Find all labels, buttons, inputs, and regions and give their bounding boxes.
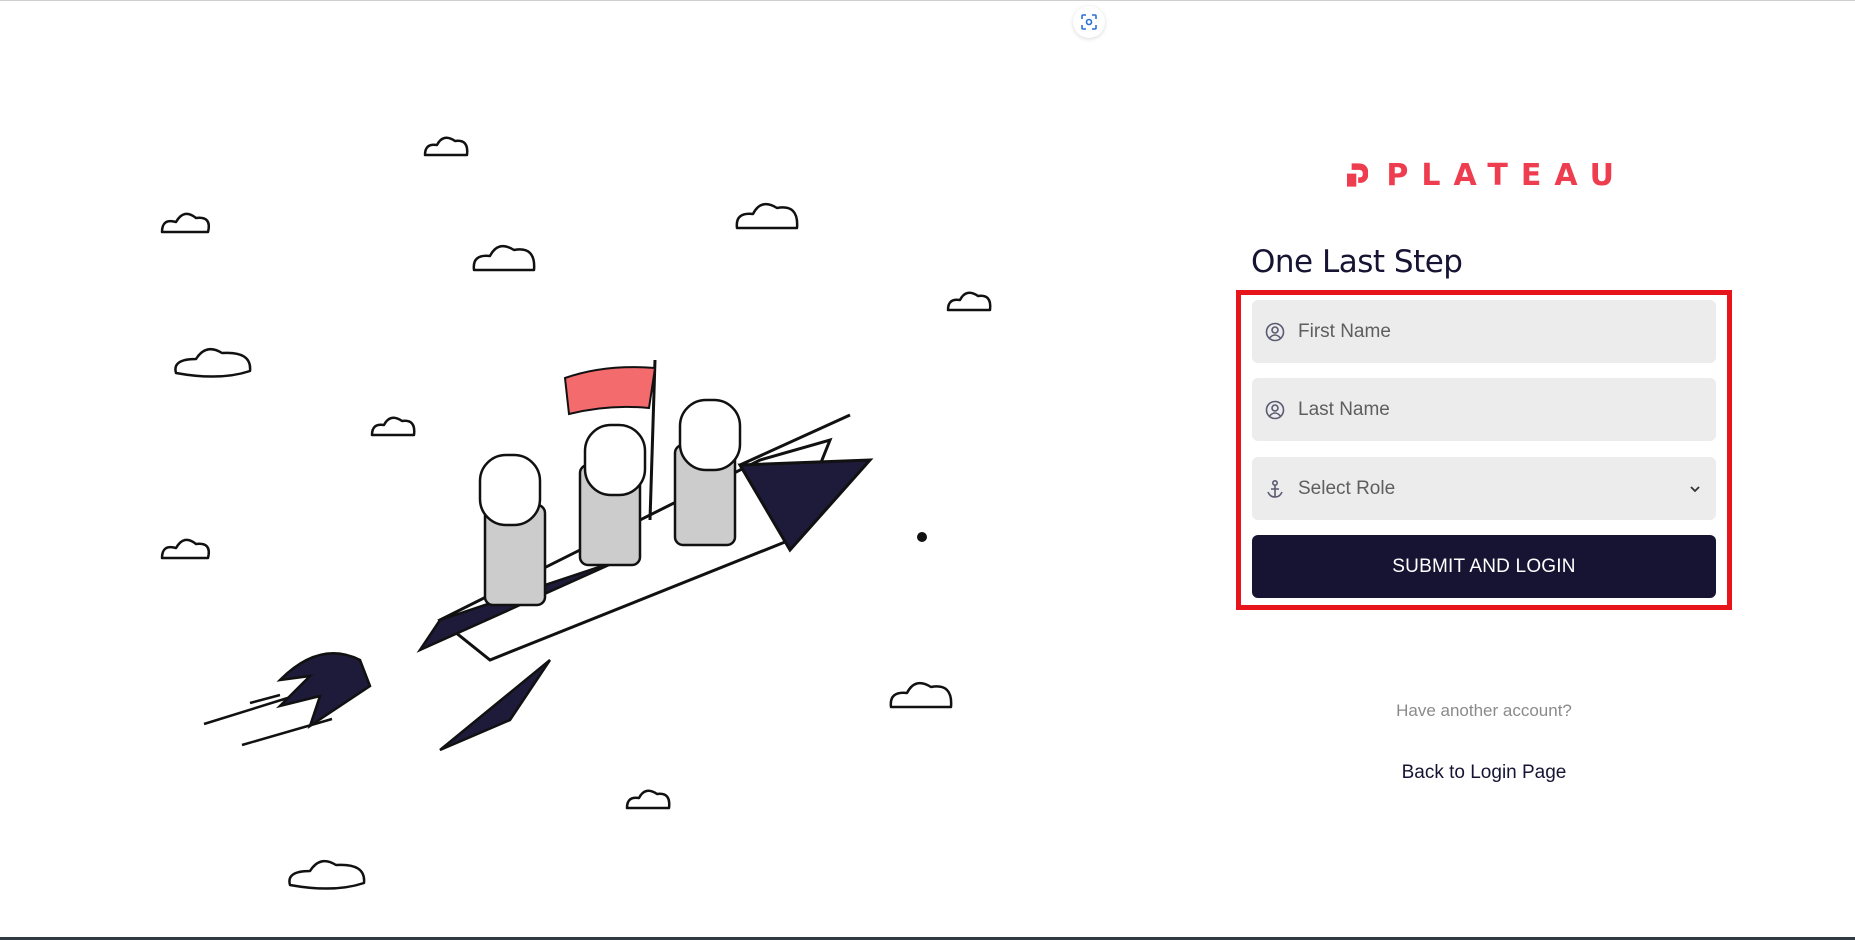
page-title: One Last Step [1251,244,1463,280]
plateau-logo: PLATEAU [1347,150,1627,200]
cloud-icon [370,416,416,437]
cloud-icon [625,789,671,810]
screenshot-focus-icon[interactable] [1073,6,1105,38]
cloud-icon [946,291,992,312]
role-select-value: Select Role [1298,477,1396,499]
last-name-field[interactable] [1252,378,1716,441]
role-select[interactable]: Select Role [1252,457,1716,520]
first-name-field[interactable] [1252,300,1716,363]
back-to-login-link[interactable]: Back to Login Page [1236,762,1732,784]
first-name-input[interactable] [1298,320,1678,343]
cloud-icon [735,202,799,230]
cloud-icon [288,859,366,890]
submit-login-button[interactable]: SUBMIT AND LOGIN [1252,535,1716,598]
brand-name: PLATEAU [1386,157,1627,193]
cloud-icon [160,538,210,560]
anchor-icon [1264,478,1286,500]
user-circle-icon [1264,399,1286,421]
other-account-text: Have another account? [1396,701,1572,720]
top-divider [0,0,1855,1]
plateau-logo-mark [1347,163,1369,187]
chevron-down-icon [1688,481,1704,497]
cloud-icon [472,244,536,272]
flag-icon [563,366,657,416]
last-name-input[interactable] [1298,398,1678,421]
registration-form: Select Role SUBMIT AND LOGIN [1236,290,1732,610]
cloud-icon [174,347,252,378]
user-circle-icon [1264,321,1286,343]
cloud-icon [423,136,469,157]
rocket-illustration [160,136,992,890]
cloud-icon [160,212,210,234]
cloud-icon [889,681,953,709]
